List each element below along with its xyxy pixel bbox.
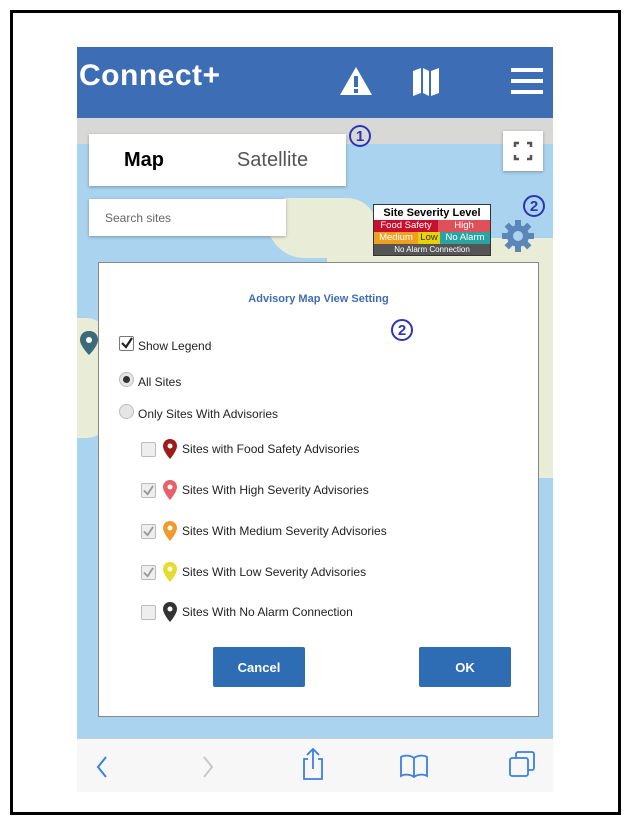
show-legend-label: Show Legend <box>138 339 212 353</box>
checkmark-icon <box>143 566 154 578</box>
legend-food-safety: Food Safety <box>374 220 438 232</box>
show-legend-option[interactable]: Show Legend <box>119 333 211 353</box>
advisory-settings-dialog: Advisory Map View Setting 2 Show Legend … <box>98 262 539 717</box>
map-type-control: Map Satellite <box>89 134 346 186</box>
fullscreen-icon <box>513 141 533 161</box>
severity-legend: Site Severity Level Food Safety High Med… <box>373 204 491 256</box>
satellite-tab[interactable]: Satellite <box>199 134 346 186</box>
filter-low[interactable]: Sites With Low Severity Advisories <box>141 561 366 583</box>
filter-checkbox[interactable] <box>141 482 156 498</box>
filter-label: Sites With Medium Severity Advisories <box>182 524 387 538</box>
bookmarks-icon[interactable] <box>399 753 429 779</box>
site-marker-icon[interactable] <box>79 330 99 356</box>
legend-high: High <box>438 220 490 232</box>
tabs-icon[interactable] <box>507 749 537 779</box>
only-advisories-option[interactable]: Only Sites With Advisories <box>119 401 278 421</box>
gear-icon[interactable] <box>500 218 536 254</box>
forward-icon[interactable] <box>199 753 217 781</box>
checkmark-icon <box>120 337 133 349</box>
all-sites-radio[interactable] <box>119 371 134 387</box>
filter-checkbox[interactable] <box>141 604 156 620</box>
legend-row: Food Safety High <box>374 220 490 232</box>
legend-no-alarm: No Alarm <box>440 232 490 244</box>
menu-icon[interactable] <box>509 65 545 97</box>
filter-label: Sites With Low Severity Advisories <box>182 565 367 579</box>
filter-checkbox[interactable] <box>141 441 156 457</box>
map-icon[interactable] <box>411 67 441 97</box>
filter-checkbox[interactable] <box>141 564 156 580</box>
map-pin-icon <box>163 480 177 500</box>
filter-checkbox[interactable] <box>141 523 156 539</box>
legend-row: Medium Low No Alarm <box>374 232 490 244</box>
browser-toolbar <box>77 738 553 792</box>
all-sites-label: All Sites <box>138 375 182 389</box>
legend-no-alarm-connection: No Alarm Connection <box>394 245 470 254</box>
warning-icon[interactable] <box>339 65 373 97</box>
callout-badge: 2 <box>391 319 413 341</box>
show-legend-checkbox[interactable] <box>119 335 134 351</box>
dialog-title: Advisory Map View Setting <box>248 293 389 305</box>
all-sites-option[interactable]: All Sites <box>119 369 181 389</box>
share-icon[interactable] <box>301 747 325 781</box>
cancel-button[interactable]: Cancel <box>213 647 305 687</box>
filter-label: Sites with Food Safety Advisories <box>182 442 360 456</box>
legend-row: No Alarm Connection <box>374 244 490 255</box>
map-pin-icon <box>163 602 177 622</box>
legend-medium: Medium <box>374 232 418 244</box>
filter-high[interactable]: Sites With High Severity Advisories <box>141 479 369 501</box>
map-tab[interactable]: Map <box>89 134 199 186</box>
search-input[interactable]: Search sites <box>89 199 286 236</box>
filter-food-safety[interactable]: Sites with Food Safety Advisories <box>141 438 359 460</box>
checkmark-icon <box>143 525 154 537</box>
filter-label: Sites With No Alarm Connection <box>182 605 353 619</box>
phone-screen: Connect+ Map Satellite 1 Search sites Si… <box>77 47 553 792</box>
checkmark-icon <box>143 484 154 496</box>
filter-no-alarm[interactable]: Sites With No Alarm Connection <box>141 601 353 623</box>
callout-badge: 2 <box>523 195 545 217</box>
only-advisories-label: Only Sites With Advisories <box>138 407 279 421</box>
ok-button[interactable]: OK <box>419 647 511 687</box>
app-header: Connect+ <box>77 47 553 118</box>
legend-title: Site Severity Level <box>383 207 481 219</box>
app-brand: Connect+ <box>79 59 221 92</box>
map-pin-icon <box>163 521 177 541</box>
callout-badge: 1 <box>349 125 371 147</box>
fullscreen-button[interactable] <box>503 131 543 171</box>
filter-label: Sites With High Severity Advisories <box>182 483 369 497</box>
filter-medium[interactable]: Sites With Medium Severity Advisories <box>141 520 387 542</box>
map-pin-icon <box>163 439 177 459</box>
only-advisories-radio[interactable] <box>119 403 134 419</box>
legend-low: Low <box>418 232 440 244</box>
back-icon[interactable] <box>93 753 111 781</box>
map-pin-icon <box>163 562 177 582</box>
